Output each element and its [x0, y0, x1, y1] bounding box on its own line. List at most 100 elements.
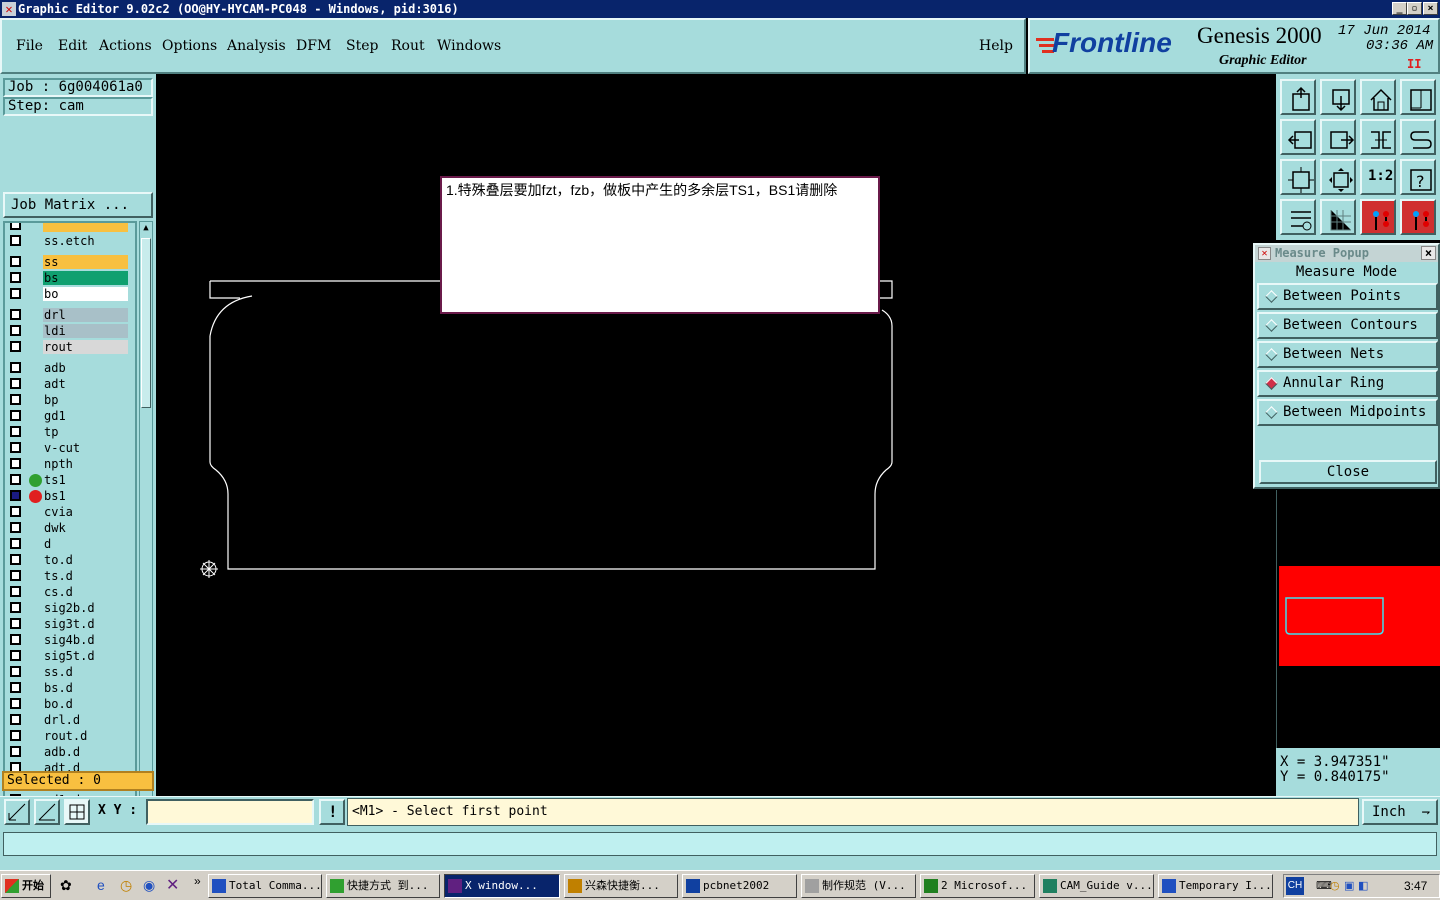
layer-name[interactable]: cvia [43, 505, 128, 519]
layer-row[interactable]: ss [7, 255, 133, 270]
scroll-thumb[interactable] [141, 238, 151, 408]
language-indicator[interactable]: CH [1286, 877, 1304, 895]
scale-button[interactable]: 1:2 [1360, 159, 1396, 195]
layer-name[interactable]: v-cut [43, 441, 128, 455]
taskbar-task[interactable]: 快捷方式 到... [326, 874, 440, 898]
tray-volume-icon[interactable]: ◧ [1358, 879, 1368, 892]
pan-left-button[interactable] [1280, 119, 1316, 155]
layer-row[interactable]: sig2b.d [7, 601, 133, 616]
layer-name[interactable]: drl.d [43, 713, 128, 727]
layer-checkbox[interactable] [10, 490, 21, 501]
layer-row[interactable]: ts1 [7, 473, 133, 488]
measure-active-button[interactable] [1400, 199, 1436, 235]
home-button[interactable] [1360, 79, 1396, 115]
taskbar-task[interactable]: 2 Microsof... [920, 874, 1035, 898]
measure-option[interactable]: Between Points [1257, 283, 1438, 310]
popup-close-icon[interactable]: × [1421, 246, 1436, 260]
layer-name[interactable]: adt [43, 377, 128, 391]
layer-checkbox[interactable] [10, 554, 21, 565]
layer-name[interactable]: drl [43, 308, 128, 322]
measure-option[interactable]: Annular Ring [1257, 370, 1438, 397]
flip-button[interactable] [1360, 119, 1396, 155]
menu-options[interactable]: Options [162, 38, 217, 54]
layer-name[interactable]: rout.d [43, 729, 128, 743]
layer-row[interactable]: npth [7, 457, 133, 472]
layer-name[interactable]: sig4b.d [43, 633, 128, 647]
layer-checkbox[interactable] [10, 538, 21, 549]
menu-step[interactable]: Step [346, 38, 378, 54]
layer-name[interactable]: bs1 [43, 489, 128, 503]
overview-map[interactable] [1276, 490, 1440, 748]
measure-popup[interactable]: ✕ Measure Popup × Measure Mode Between P… [1253, 243, 1440, 489]
layer-row[interactable] [7, 223, 133, 233]
tray-network-icon[interactable]: ▣ [1344, 879, 1354, 892]
snap-button[interactable] [1400, 119, 1436, 155]
layer-checkbox[interactable] [10, 362, 21, 373]
layer-checkbox[interactable] [10, 570, 21, 581]
layer-row[interactable]: bo [7, 287, 133, 302]
layer-checkbox[interactable] [10, 698, 21, 709]
minimize-button[interactable]: _ [1392, 2, 1407, 15]
measure-close-button[interactable]: Close [1259, 460, 1437, 484]
layer-name[interactable]: tp [43, 425, 128, 439]
menu-windows[interactable]: Windows [437, 38, 501, 54]
note-popup[interactable]: 1.特殊叠层要加fzt，fzb，做板中产生的多余层TS1，BS1请删除 [440, 176, 880, 314]
layer-checkbox[interactable] [10, 714, 21, 725]
layer-row[interactable]: ldi [7, 324, 133, 339]
layer-name[interactable]: rout [43, 340, 128, 354]
layer-name[interactable]: cs.d [43, 585, 128, 599]
layer-checkbox[interactable] [10, 235, 21, 246]
layer-checkbox[interactable] [10, 650, 21, 661]
layer-checkbox[interactable] [10, 602, 21, 613]
layer-row[interactable]: adb [7, 361, 133, 376]
layer-row[interactable]: to.d [7, 553, 133, 568]
start-button[interactable]: 开始 [1, 874, 51, 898]
layer-name[interactable]: ss.d [43, 665, 128, 679]
layer-name[interactable]: bp [43, 393, 128, 407]
layer-checkbox[interactable] [10, 341, 21, 352]
layer-checkbox[interactable] [10, 272, 21, 283]
layer-scrollbar[interactable]: ▲ ▼ [139, 221, 153, 841]
layer-row[interactable]: adb.d [7, 745, 133, 760]
message-field[interactable] [3, 832, 1437, 856]
layer-list[interactable]: ss.etch ss bs bo drl ldi rout adb adt bp gd1 tp v-cu… [3, 221, 137, 829]
taskbar-task[interactable]: Temporary I... [1158, 874, 1273, 898]
close-window-button[interactable]: × [1423, 2, 1438, 15]
layer-checkbox[interactable] [10, 410, 21, 421]
layer-row[interactable]: bs1 [7, 489, 133, 504]
snap-grid-button[interactable] [4, 799, 30, 825]
ie-icon[interactable]: e [97, 877, 105, 893]
layer-name[interactable]: bo [43, 287, 128, 301]
taskbar-task[interactable]: CAM_Guide v... [1039, 874, 1154, 898]
layer-name[interactable]: dwk [43, 521, 128, 535]
layer-row[interactable]: dwk [7, 521, 133, 536]
layer-checkbox[interactable] [10, 506, 21, 517]
layer-checkbox[interactable] [10, 325, 21, 336]
xwindow-icon[interactable]: ✕ [166, 875, 179, 895]
layer-row[interactable]: d [7, 537, 133, 552]
layer-name[interactable]: bo.d [43, 697, 128, 711]
layer-row[interactable]: sig5t.d [7, 649, 133, 664]
layer-checkbox[interactable] [10, 586, 21, 597]
layer-row[interactable]: ts.d [7, 569, 133, 584]
scroll-up-icon[interactable]: ▲ [141, 223, 151, 235]
layer-row[interactable]: bp [7, 393, 133, 408]
taskbar-task[interactable]: Total Comma... [208, 874, 322, 898]
unit-selector[interactable]: Inch ⇁ [1362, 799, 1438, 825]
layer-row[interactable]: adt [7, 377, 133, 392]
layer-name[interactable]: d [43, 537, 128, 551]
layer-name[interactable]: ldi [43, 324, 128, 338]
layer-row[interactable]: drl [7, 308, 133, 323]
layer-checkbox[interactable] [10, 618, 21, 629]
snap-angle-button[interactable] [34, 799, 60, 825]
measure-option[interactable]: Between Contours [1257, 312, 1438, 339]
layer-row[interactable]: drl.d [7, 713, 133, 728]
layer-row[interactable]: tp [7, 425, 133, 440]
menu-help[interactable]: Help [979, 38, 1013, 54]
menu-dfm[interactable]: DFM [296, 38, 331, 54]
menu-actions[interactable]: Actions [99, 38, 152, 54]
layer-name[interactable]: sig3t.d [43, 617, 128, 631]
job-matrix-button[interactable]: Job Matrix ... [3, 192, 153, 218]
maximize-button[interactable]: ▫ [1407, 2, 1422, 15]
measure-option[interactable]: Between Midpoints [1257, 399, 1438, 426]
